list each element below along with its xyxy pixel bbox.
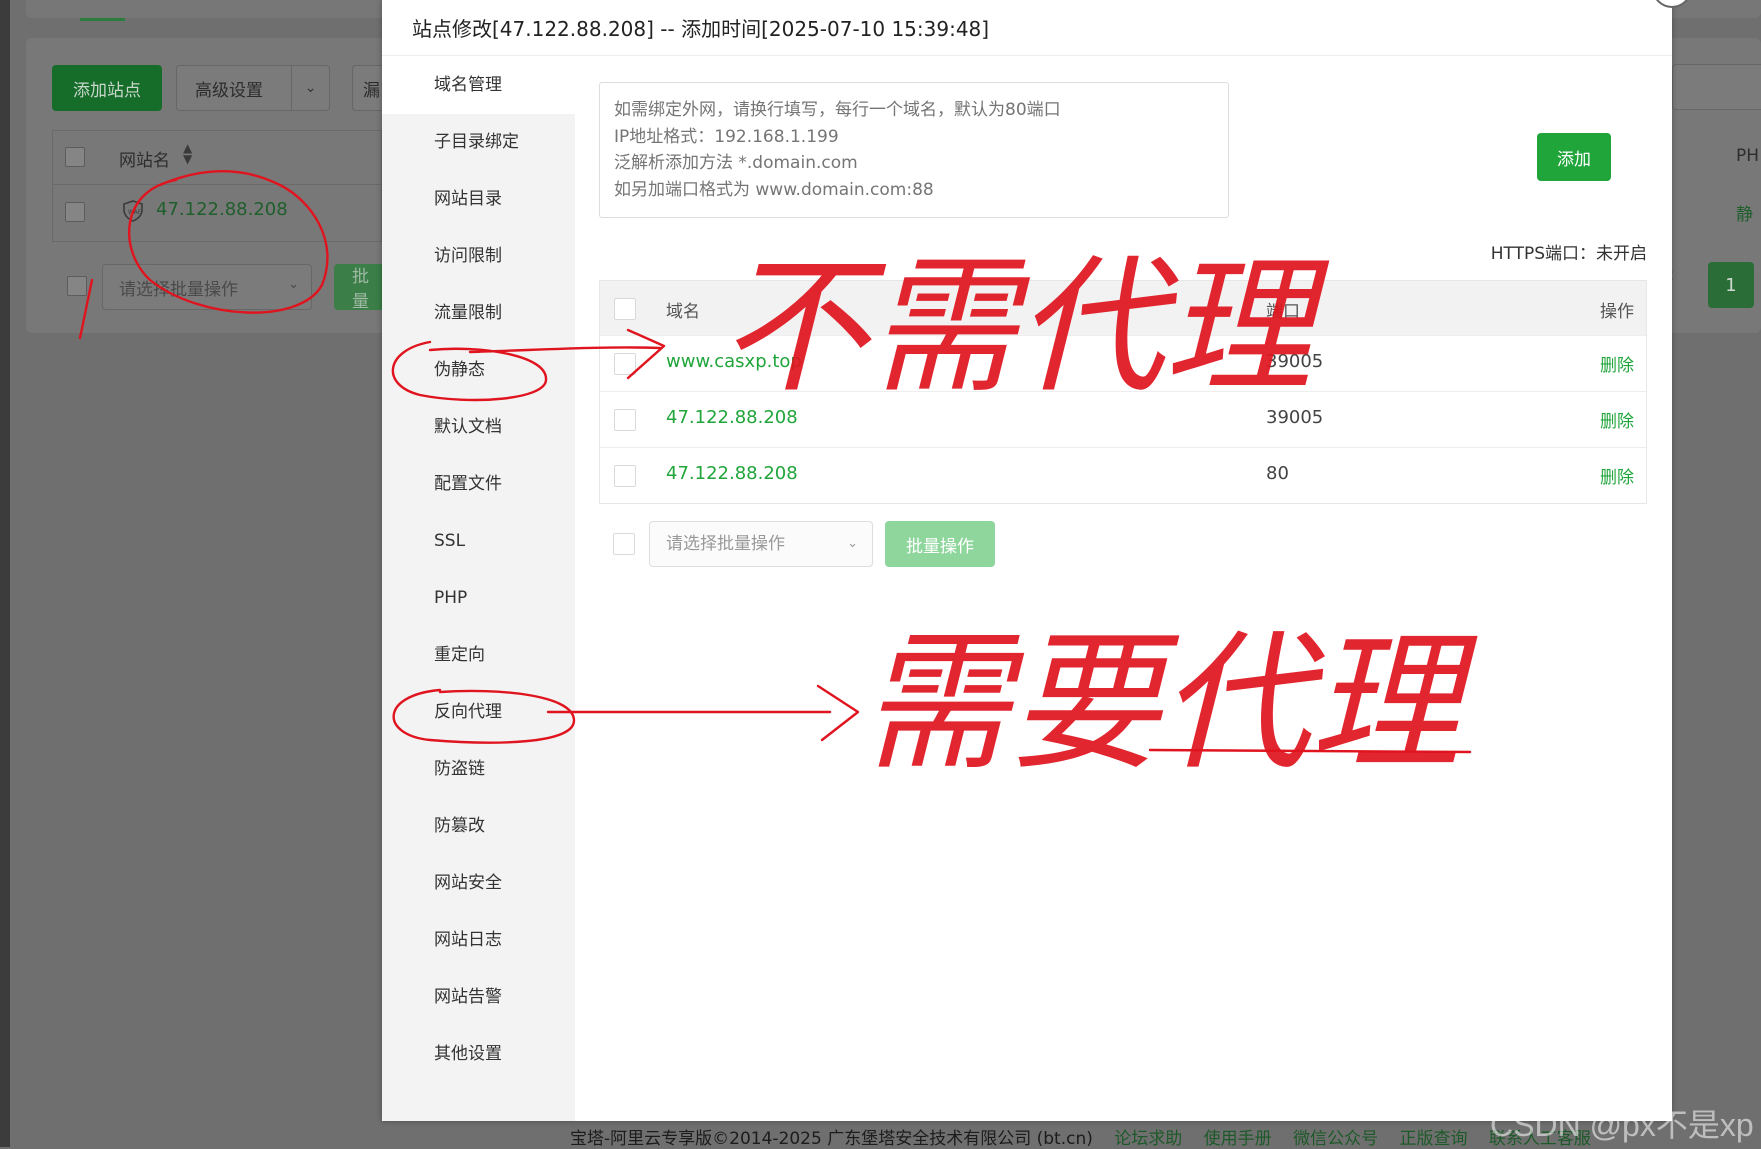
sidebar-item-rewrite[interactable]: 伪静态	[382, 342, 575, 399]
footer-link-wechat[interactable]: 微信公众号	[1293, 1129, 1378, 1149]
domain-column-header: 域名	[666, 302, 700, 322]
table-row: 47.122.88.208 80 删除	[600, 448, 1646, 503]
domain-table: 域名 端口 操作 www.casxp.top 39005 删除 47.122.8…	[599, 280, 1647, 504]
delete-button[interactable]: 删除	[1600, 407, 1634, 432]
port-cell: 80	[1266, 463, 1289, 484]
select-all-checkbox[interactable]	[614, 298, 636, 320]
waf-shield-icon: WAF	[123, 200, 143, 222]
site-name-header: 网站名	[119, 151, 170, 171]
sidebar-item-default-doc[interactable]: 默认文档	[382, 399, 575, 456]
batch-select-all-checkbox[interactable]	[613, 533, 635, 555]
add-site-button[interactable]: 添加站点	[52, 65, 162, 111]
footer-copyright: 宝塔-阿里云专享版©2014-2025 广东堡塔安全技术有限公司 (bt.cn)	[570, 1129, 1093, 1149]
batch-select-label: 请选择批量操作	[666, 534, 785, 554]
row-checkbox[interactable]	[614, 409, 636, 431]
site-link[interactable]: 47.122.88.208	[156, 199, 288, 220]
sidebar-item-redirect[interactable]: 重定向	[382, 627, 575, 684]
sidebar-item-traffic-limit[interactable]: 流量限制	[382, 285, 575, 342]
sidebar-item-hotlink[interactable]: 防盗链	[382, 741, 575, 798]
site-table: 网站名 ▲ ▼ WAF 47.122.88.208	[52, 130, 382, 242]
advanced-settings-label: 高级设置	[195, 80, 263, 101]
svg-text:WAF: WAF	[128, 209, 142, 216]
chevron-down-icon: ⌄	[288, 277, 299, 292]
chevron-down-icon[interactable]: ⌄	[292, 80, 329, 96]
sidebar-item-config-file[interactable]: 配置文件	[382, 456, 575, 513]
chevron-down-icon: ⌄	[847, 536, 858, 551]
bg-batch-button[interactable]: 批量	[334, 264, 382, 312]
modal-content: 添加 HTTPS端口：未开启 域名 端口 操作 www.casxp.top 39…	[575, 57, 1672, 1121]
row-checkbox[interactable]	[614, 353, 636, 375]
add-domain-button[interactable]: 添加	[1537, 133, 1611, 181]
sidebar-item-subdirectory-binding[interactable]: 子目录绑定	[382, 114, 575, 171]
row-checkbox[interactable]	[65, 202, 85, 222]
domain-cell[interactable]: 47.122.88.208	[666, 407, 798, 428]
bg-batch-select[interactable]: 请选择批量操作 ⌄	[102, 264, 312, 310]
leak-scan-button[interactable]: 漏	[352, 65, 382, 111]
php-column-header: PH	[1736, 146, 1760, 166]
port-column-header: 端口	[1266, 302, 1300, 322]
sidebar-item-ssl[interactable]: SSL	[382, 513, 575, 570]
sort-icon[interactable]: ▲ ▼	[183, 142, 192, 165]
modal-sidebar: 域名管理 子目录绑定 网站目录 访问限制 流量限制 伪静态 默认文档 配置文件 …	[382, 57, 575, 1121]
bg-batch-select-label: 请选择批量操作	[119, 279, 238, 300]
domain-cell[interactable]: www.casxp.top	[666, 351, 802, 372]
modal-title: 站点修改[47.122.88.208] -- 添加时间[2025-07-10 1…	[412, 17, 990, 41]
domain-table-header: 域名 端口 操作	[600, 281, 1646, 336]
port-cell: 39005	[1266, 407, 1324, 428]
sidebar-item-site-log[interactable]: 网站日志	[382, 912, 575, 969]
port-cell: 39005	[1266, 351, 1324, 372]
sidebar-item-php[interactable]: PHP	[382, 570, 575, 627]
sidebar-item-other-settings[interactable]: 其他设置	[382, 1026, 575, 1083]
watermark: CSDN @px不是xp	[1490, 1107, 1754, 1143]
sidebar-item-access-limit[interactable]: 访问限制	[382, 228, 575, 285]
select-all-checkbox[interactable]	[65, 147, 85, 167]
search-input[interactable]	[1672, 64, 1761, 110]
batch-select-all-checkbox[interactable]	[67, 276, 87, 296]
modal-header: 站点修改[47.122.88.208] -- 添加时间[2025-07-10 1…	[382, 0, 1672, 56]
site-edit-modal: 站点修改[47.122.88.208] -- 添加时间[2025-07-10 1…	[382, 0, 1692, 1121]
left-nav-strip	[0, 0, 10, 1147]
footer-link-genuine[interactable]: 正版查询	[1399, 1129, 1467, 1149]
https-port-status: HTTPS端口：未开启	[1490, 244, 1647, 264]
table-row: 47.122.88.208 39005 删除	[600, 392, 1646, 448]
sidebar-item-domain-management[interactable]: 域名管理	[382, 57, 575, 114]
sidebar-item-tamper-proof[interactable]: 防篡改	[382, 798, 575, 855]
domain-cell[interactable]: 47.122.88.208	[666, 463, 798, 484]
sidebar-item-site-directory[interactable]: 网站目录	[382, 171, 575, 228]
footer: 宝塔-阿里云专享版©2014-2025 广东堡塔安全技术有限公司 (bt.cn)…	[570, 1124, 1591, 1149]
sidebar-item-reverse-proxy[interactable]: 反向代理	[382, 684, 575, 741]
static-link[interactable]: 静	[1736, 200, 1753, 225]
footer-link-forum[interactable]: 论坛求助	[1114, 1129, 1182, 1149]
domain-input[interactable]	[599, 82, 1229, 218]
page-current[interactable]: 1	[1708, 262, 1754, 308]
table-row: www.casxp.top 39005 删除	[600, 336, 1646, 392]
row-checkbox[interactable]	[614, 465, 636, 487]
sidebar-item-site-alert[interactable]: 网站告警	[382, 969, 575, 1026]
delete-button[interactable]: 删除	[1600, 351, 1634, 376]
active-tab-indicator	[80, 18, 125, 21]
delete-button[interactable]: 删除	[1600, 463, 1634, 488]
batch-operations: 请选择批量操作 ⌄ 批量操作	[599, 521, 1199, 567]
op-column-header: 操作	[1600, 302, 1634, 322]
sidebar-item-site-security[interactable]: 网站安全	[382, 855, 575, 912]
footer-link-manual[interactable]: 使用手册	[1204, 1129, 1272, 1149]
advanced-settings-button[interactable]: 高级设置 ⌄	[176, 65, 330, 111]
batch-select[interactable]: 请选择批量操作 ⌄	[649, 521, 873, 567]
batch-operation-button[interactable]: 批量操作	[885, 521, 995, 567]
site-table-header: 网站名 ▲ ▼	[53, 131, 381, 185]
